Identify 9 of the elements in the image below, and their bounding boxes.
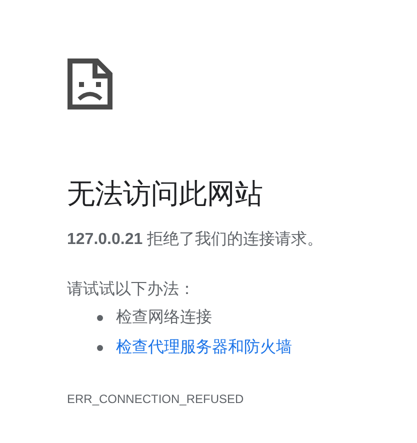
suggestion-text: 检查网络连接 xyxy=(116,308,212,328)
sad-page-icon xyxy=(67,58,113,110)
suggestions-heading: 请试试以下办法： xyxy=(67,280,196,300)
suggestion-link[interactable]: 检查代理服务器和防火墙 xyxy=(116,337,292,359)
error-code: ERR_CONNECTION_REFUSED xyxy=(67,391,245,407)
bullet-icon xyxy=(97,315,103,321)
bullet-icon xyxy=(97,345,103,351)
error-title: 无法访问此网站 xyxy=(67,177,264,211)
error-message: 127.0.0.21 拒绝了我们的连接请求。 xyxy=(67,230,324,250)
